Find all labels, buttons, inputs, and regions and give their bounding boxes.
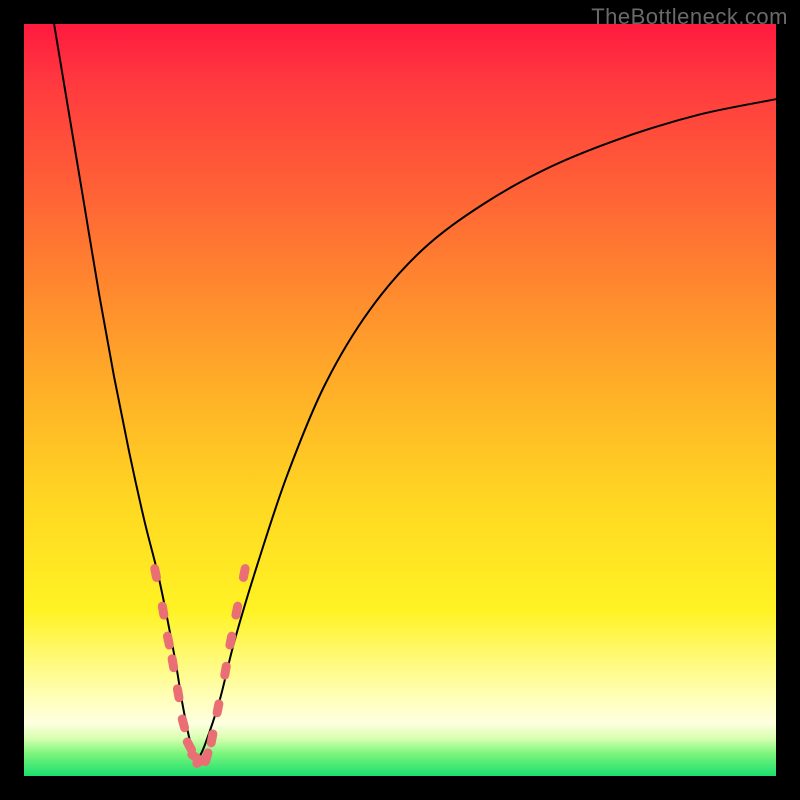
highlight-marker-group [149, 563, 250, 769]
highlight-marker [212, 699, 224, 718]
curve-layer [24, 24, 776, 776]
highlight-marker [225, 631, 237, 650]
highlight-marker [206, 729, 218, 748]
highlight-marker [238, 563, 250, 582]
highlight-marker [172, 684, 184, 703]
highlight-marker [162, 631, 174, 650]
plot-area [24, 24, 776, 776]
right-ascending-curve [197, 99, 776, 761]
highlight-marker [167, 654, 179, 673]
highlight-marker [220, 661, 232, 680]
highlight-marker [177, 714, 190, 734]
highlight-marker [157, 601, 169, 620]
left-descending-curve [54, 24, 197, 761]
chart-frame: TheBottleneck.com [0, 0, 800, 800]
highlight-marker [149, 563, 161, 582]
